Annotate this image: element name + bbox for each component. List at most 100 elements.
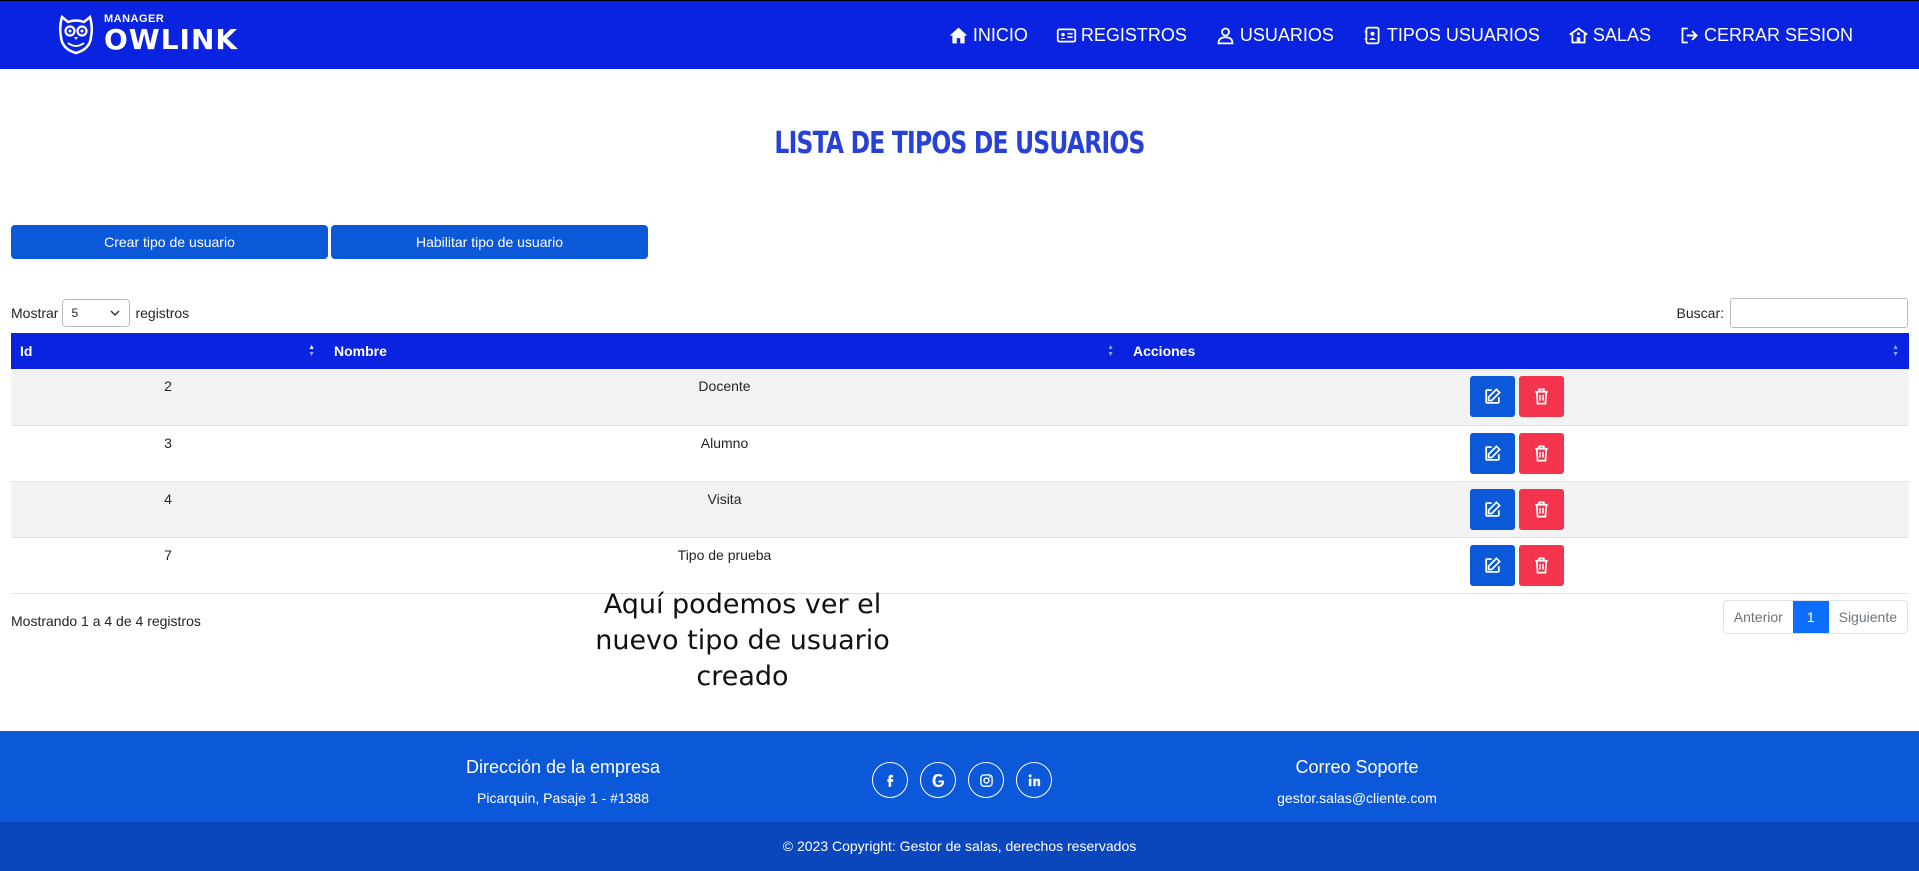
nav-salas[interactable]: SALAS: [1568, 25, 1651, 46]
table-row: 7 Tipo de prueba: [11, 537, 1909, 594]
delete-button[interactable]: [1518, 376, 1564, 417]
column-header-id[interactable]: Id ▲ ▼: [11, 333, 325, 369]
main-nav: INICIO REGISTROS USUARIOS TIPOS USUARIOS…: [920, 1, 1853, 70]
length-suffix: registros: [135, 305, 190, 321]
pagination-next[interactable]: Siguiente: [1828, 601, 1907, 633]
cell-actions: [1124, 425, 1909, 482]
search-label: Buscar:: [1676, 305, 1724, 321]
cell-id: 4: [11, 481, 325, 538]
edit-button[interactable]: [1469, 488, 1515, 530]
trash-icon: [1534, 557, 1548, 573]
header-label: Nombre: [334, 343, 387, 359]
cell-actions: [1124, 369, 1909, 426]
page-length-select[interactable]: 5: [62, 299, 131, 327]
sort-icon: ▲ ▼: [1107, 344, 1114, 358]
trash-icon: [1534, 445, 1548, 461]
nav-inicio[interactable]: INICIO: [948, 25, 1028, 46]
id-card-icon: [1056, 28, 1076, 43]
nav-tipos-usuarios[interactable]: TIPOS USUARIOS: [1362, 25, 1540, 46]
table-row: 3 Alumno: [11, 425, 1909, 482]
pagination: Anterior 1 Siguiente: [1722, 600, 1908, 634]
cell-id: 3: [11, 425, 325, 482]
chevron-down-icon: [110, 310, 120, 317]
nav-usuarios[interactable]: USUARIOS: [1215, 25, 1334, 46]
instagram-link[interactable]: [968, 762, 1004, 798]
cell-id: 7: [11, 537, 325, 594]
footer-address-title: Dirección de la empresa: [465, 757, 661, 777]
brand-logo-link[interactable]: MANAGER OWLINK: [58, 13, 238, 55]
edit-icon: [1484, 388, 1501, 404]
delete-button[interactable]: [1518, 488, 1564, 530]
footer-address: Dirección de la empresa Picarquin, Pasaj…: [463, 757, 663, 806]
contact-book-icon: [1364, 26, 1380, 45]
cell-actions: [1124, 481, 1909, 538]
user-icon: [1217, 27, 1234, 45]
brand-name: OWLINK: [104, 23, 239, 56]
nav-label: TIPOS USUARIOS: [1386, 25, 1540, 45]
sort-asc-icon: ▲ ▼: [308, 344, 315, 358]
cell-name: Alumno: [325, 425, 1124, 482]
google-icon: [932, 773, 944, 787]
footer-mail: Correo Soporte gestor.salas@cliente.com: [1257, 757, 1457, 806]
logout-icon: [1681, 27, 1698, 44]
instagram-icon: [979, 773, 993, 787]
header-label: Id: [20, 343, 33, 359]
footer-copyright: © 2023 Copyright: Gestor de salas, derec…: [0, 822, 1919, 871]
cell-name: Visita: [325, 481, 1124, 538]
sort-icon: ▲ ▼: [1892, 344, 1899, 358]
cell-name: Tipo de prueba: [325, 537, 1124, 594]
nav-label: SALAS: [1592, 25, 1651, 45]
edit-button[interactable]: [1469, 432, 1515, 474]
edit-icon: [1484, 556, 1501, 573]
nav-cerrar-sesion[interactable]: CERRAR SESION: [1679, 25, 1853, 46]
table-header-row: Id ▲ ▼ Nombre ▲ ▼ Acciones ▲ ▼: [11, 333, 1909, 369]
trash-icon: [1534, 501, 1548, 517]
edit-button[interactable]: [1469, 376, 1515, 417]
delete-button[interactable]: [1518, 544, 1564, 586]
table-row: 2 Docente: [11, 369, 1909, 426]
nav-label: REGISTROS: [1080, 25, 1187, 45]
nav-label: CERRAR SESION: [1703, 25, 1853, 45]
footer-mail-title: Correo Soporte: [1295, 757, 1419, 777]
nav-label: USUARIOS: [1239, 25, 1334, 45]
linkedin-link[interactable]: [1016, 762, 1052, 798]
google-link[interactable]: [920, 762, 956, 798]
home-icon: [949, 27, 968, 44]
pagination-prev[interactable]: Anterior: [1723, 601, 1793, 633]
facebook-icon: [886, 774, 893, 787]
footer-address-text: Picarquin, Pasaje 1 - #1388: [477, 790, 649, 806]
cell-actions: [1124, 537, 1909, 594]
column-header-nombre[interactable]: Nombre ▲ ▼: [325, 333, 1124, 369]
delete-button[interactable]: [1518, 432, 1564, 474]
table-info: Mostrando 1 a 4 de 4 registros: [11, 613, 201, 629]
cell-name: Docente: [325, 369, 1124, 426]
facebook-link[interactable]: [872, 762, 908, 798]
cell-id: 2: [11, 369, 325, 426]
create-user-type-button[interactable]: Crear tipo de usuario: [11, 225, 328, 259]
nav-registros[interactable]: REGISTROS: [1056, 25, 1187, 46]
search-input[interactable]: [1730, 298, 1908, 328]
column-header-acciones[interactable]: Acciones ▲ ▼: [1124, 333, 1909, 369]
edit-icon: [1484, 500, 1501, 517]
user-types-table: Id ▲▼ Nombre ▲▼ Acciones ▲▼ 2 Docente: [11, 333, 1909, 594]
social-links: [872, 762, 1052, 798]
annotation-caption: Aquí podemos ver el nuevo tipo de usuari…: [595, 589, 890, 692]
length-prefix: Mostrar: [11, 305, 59, 321]
edit-button[interactable]: [1469, 544, 1515, 586]
page-length-value: 5: [71, 306, 79, 320]
school-icon: [1569, 27, 1588, 44]
linkedin-icon: [1028, 773, 1040, 786]
nav-label: INICIO: [972, 25, 1028, 45]
owl-logo-icon: [58, 14, 94, 55]
enable-user-type-button[interactable]: Habilitar tipo de usuario: [331, 225, 648, 259]
top-navbar: MANAGER OWLINK INICIO REGISTROS USUARIOS…: [0, 0, 1919, 69]
header-label: Acciones: [1133, 343, 1196, 359]
edit-icon: [1484, 444, 1501, 461]
page-title: LISTA DE TIPOS DE USUARIOS: [774, 126, 1145, 161]
page-length-control: Mostrar 5 registros: [11, 299, 189, 327]
trash-icon: [1534, 388, 1548, 405]
footer-mail-text[interactable]: gestor.salas@cliente.com: [1257, 790, 1457, 806]
table-row: 4 Visita: [11, 481, 1909, 538]
pagination-page-current[interactable]: 1: [1792, 601, 1829, 633]
search-control: Buscar:: [1677, 298, 1908, 328]
